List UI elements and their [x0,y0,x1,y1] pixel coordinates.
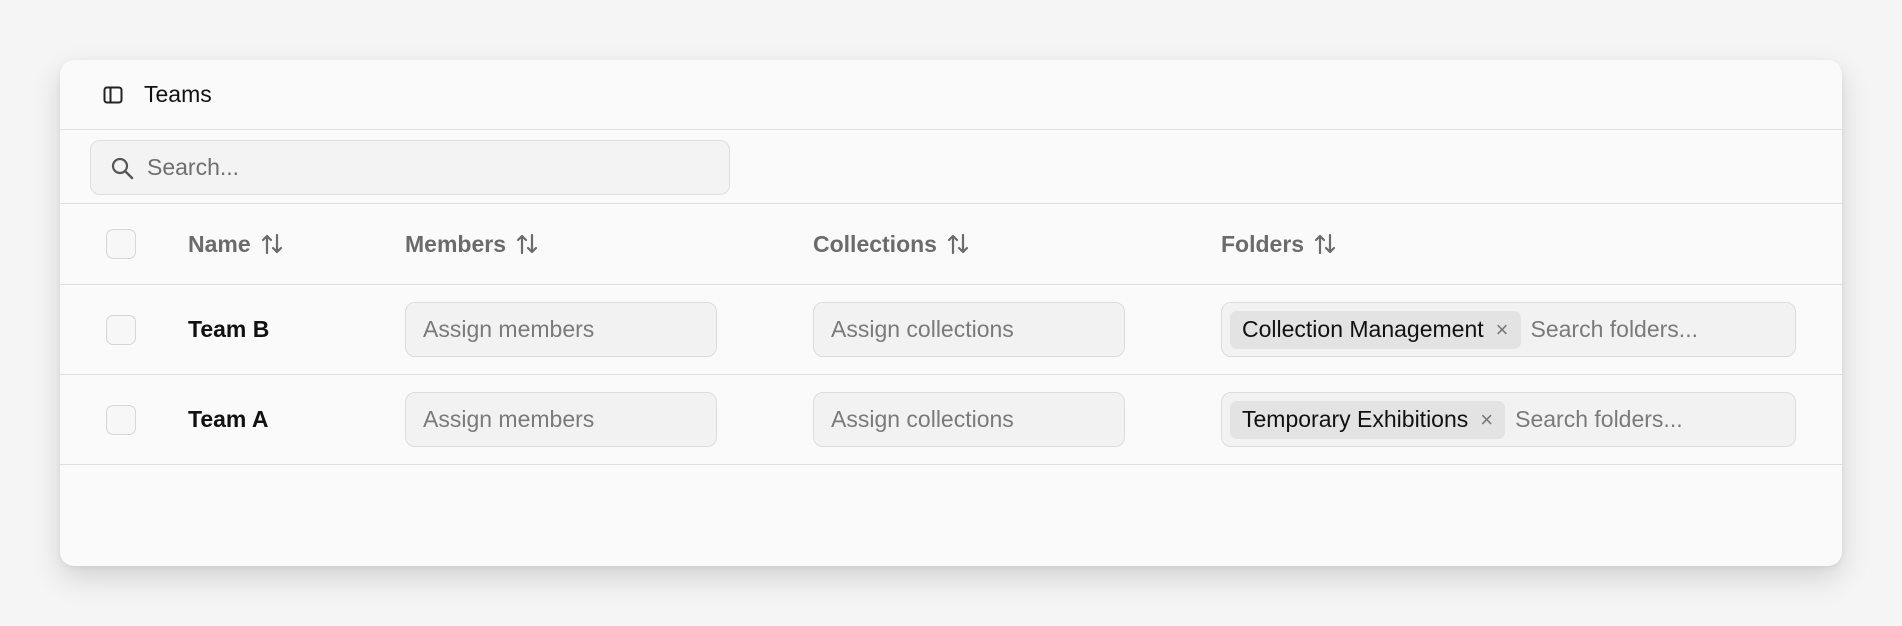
column-header-collections[interactable]: Collections [813,231,969,258]
assign-collections-input[interactable]: Assign collections [813,302,1125,357]
close-icon[interactable]: × [1496,318,1509,341]
search-input[interactable] [145,153,709,182]
search-folders-placeholder[interactable]: Search folders... [1515,406,1682,433]
assign-members-input[interactable]: Assign members [405,302,717,357]
column-header-name[interactable]: Name [188,231,283,258]
toolbar [60,130,1842,204]
title-bar: Teams [60,60,1842,130]
sort-icon[interactable] [947,232,969,256]
sort-icon[interactable] [516,232,538,256]
search-folders-placeholder[interactable]: Search folders... [1531,316,1698,343]
search-field[interactable] [90,140,730,195]
assign-collections-input[interactable]: Assign collections [813,392,1125,447]
table-row: Team A Assign members Assign collections… [60,375,1842,465]
sidebar-toggle-icon[interactable] [102,84,124,106]
search-icon [109,155,135,181]
select-all-checkbox[interactable] [106,229,136,259]
folder-chip: Collection Management × [1230,310,1521,349]
folders-input[interactable]: Temporary Exhibitions × Search folders..… [1221,392,1796,447]
sort-icon[interactable] [261,232,283,256]
close-icon[interactable]: × [1480,408,1493,431]
page-title: Teams [144,81,212,107]
row-checkbox[interactable] [106,404,136,435]
team-name: Team A [188,406,269,432]
folder-chip-label: Temporary Exhibitions [1242,406,1469,432]
table-row: Team B Assign members Assign collections… [60,285,1842,375]
row-checkbox[interactable] [106,314,136,345]
folder-chip-label: Collection Management [1242,316,1484,342]
table-header: Name Members Collections Folders [60,204,1842,285]
team-name: Team B [188,316,270,342]
assign-members-input[interactable]: Assign members [405,392,717,447]
column-header-folders[interactable]: Folders [1221,231,1336,258]
sort-icon[interactable] [1314,232,1336,256]
folders-input[interactable]: Collection Management × Search folders..… [1221,302,1796,357]
folder-chip: Temporary Exhibitions × [1230,400,1506,439]
column-header-members[interactable]: Members [405,231,538,258]
teams-window: Teams Name Member [60,60,1842,566]
